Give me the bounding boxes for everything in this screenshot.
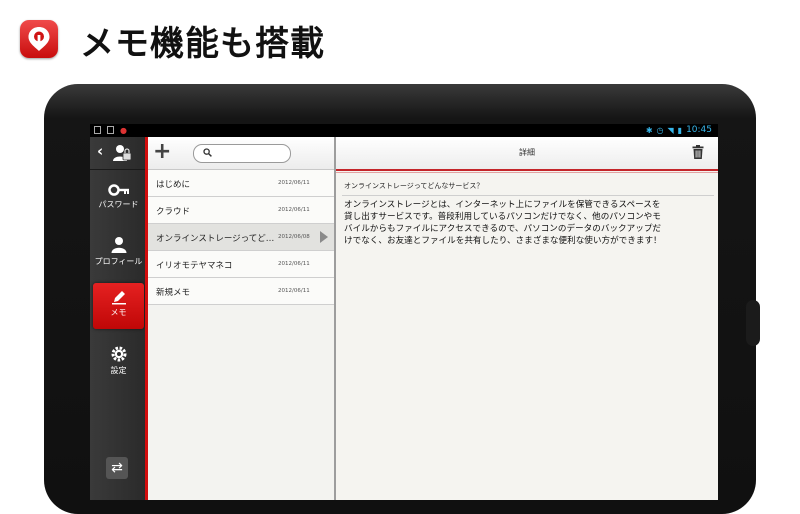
wifi-icon: ◥ xyxy=(667,125,674,135)
memo-subject[interactable]: オンラインストレージってどんなサービス？ xyxy=(344,181,483,191)
memo-list-toolbar: + xyxy=(148,137,334,170)
memo-list-item-selected[interactable]: オンラインストレージってど… 2012/06/08 xyxy=(148,224,334,251)
detail-title: 詳細 xyxy=(519,148,535,157)
alarm-icon: ◷ xyxy=(656,125,664,135)
memo-detail-pane: 詳細 オンラインストレージってどんなサービス？ オンラインストレージとは、インタ… xyxy=(336,137,718,500)
search-input[interactable] xyxy=(216,146,282,159)
memo-list-item[interactable]: はじめに 2012/06/11 xyxy=(148,170,334,197)
location-pin-icon xyxy=(28,27,50,51)
sync-icon: ⇄ xyxy=(111,460,123,476)
memo-title: 新規メモ xyxy=(156,288,191,298)
header-banner: メモ機能も搭載 xyxy=(0,0,800,80)
memo-date: 2012/06/11 xyxy=(278,180,310,186)
sidebar-item-label: 設定 xyxy=(110,366,127,375)
memo-list: はじめに 2012/06/11 クラウド 2012/06/11 オンラインストレ… xyxy=(148,170,334,305)
sidebar-nav: ‹ パスワード プロフィール メモ 設定 ⇄ xyxy=(90,137,147,500)
pencil-icon xyxy=(111,291,126,305)
account-lock-icon xyxy=(113,145,132,161)
sidebar-header: ‹ xyxy=(90,137,147,170)
memo-title: クラウド xyxy=(156,207,191,217)
gear-icon xyxy=(111,346,126,362)
memo-list-item[interactable]: クラウド 2012/06/11 xyxy=(148,197,334,224)
memo-title: オンラインストレージってど… xyxy=(156,234,275,244)
person-icon xyxy=(111,237,126,253)
search-icon xyxy=(203,148,212,157)
sync-button[interactable]: ⇄ xyxy=(106,457,128,479)
memo-body[interactable]: オンラインストレージとは、インターネット上にファイルを保管できるスペースを 貸し… xyxy=(344,199,710,247)
signal-icon: ▮ xyxy=(677,125,683,135)
tablet-screen: ● ✱ ◷ ◥ ▮ 10:45 ‹ パスワード プロフィール メモ 設定 ⇄ +… xyxy=(90,124,718,500)
memo-date: 2012/06/11 xyxy=(278,207,310,213)
detail-accent-line xyxy=(336,169,718,171)
memo-date: 2012/06/08 xyxy=(278,234,310,240)
memo-title: はじめに xyxy=(156,180,191,190)
detail-toolbar: 詳細 xyxy=(336,137,718,169)
banner-title: メモ機能も搭載 xyxy=(80,24,325,64)
bluetooth-icon: ✱ xyxy=(645,125,653,135)
search-box[interactable] xyxy=(193,144,291,163)
sidebar-item-label: プロフィール xyxy=(94,257,143,266)
sidebar-item-label: メモ xyxy=(110,308,127,317)
memo-title: イリオモテヤマネコ xyxy=(156,261,233,271)
memo-list-item[interactable]: 新規メモ 2012/06/11 xyxy=(148,278,334,305)
selection-arrow-icon xyxy=(320,231,328,243)
notification-icon xyxy=(94,126,101,134)
app-logo xyxy=(20,20,58,58)
key-icon xyxy=(107,184,129,196)
back-chevron-icon[interactable]: ‹ xyxy=(97,142,103,160)
trash-icon[interactable] xyxy=(692,145,704,159)
sidebar-item-profile[interactable]: プロフィール xyxy=(93,230,144,276)
memo-date: 2012/06/11 xyxy=(278,261,310,267)
memo-date: 2012/06/11 xyxy=(278,288,310,294)
sidebar-item-memo[interactable]: メモ xyxy=(93,283,144,329)
sidebar-item-label: パスワード xyxy=(98,200,139,209)
memo-list-item[interactable]: イリオモテヤマネコ 2012/06/11 xyxy=(148,251,334,278)
image-icon xyxy=(107,126,114,134)
sidebar-item-password[interactable]: パスワード xyxy=(93,177,144,223)
subject-separator xyxy=(342,195,714,196)
detail-accent-line-thin xyxy=(336,172,718,173)
status-bar: ● ✱ ◷ ◥ ▮ 10:45 xyxy=(90,124,718,137)
sidebar-item-settings[interactable]: 設定 xyxy=(93,339,144,385)
alert-icon: ● xyxy=(120,126,127,135)
tablet-side-button xyxy=(746,300,760,346)
add-memo-button[interactable]: + xyxy=(153,140,171,164)
status-clock: 10:45 xyxy=(686,125,712,135)
memo-list-pane: + はじめに 2012/06/11 クラウド 2012/06/11 オンラインス… xyxy=(148,137,334,500)
